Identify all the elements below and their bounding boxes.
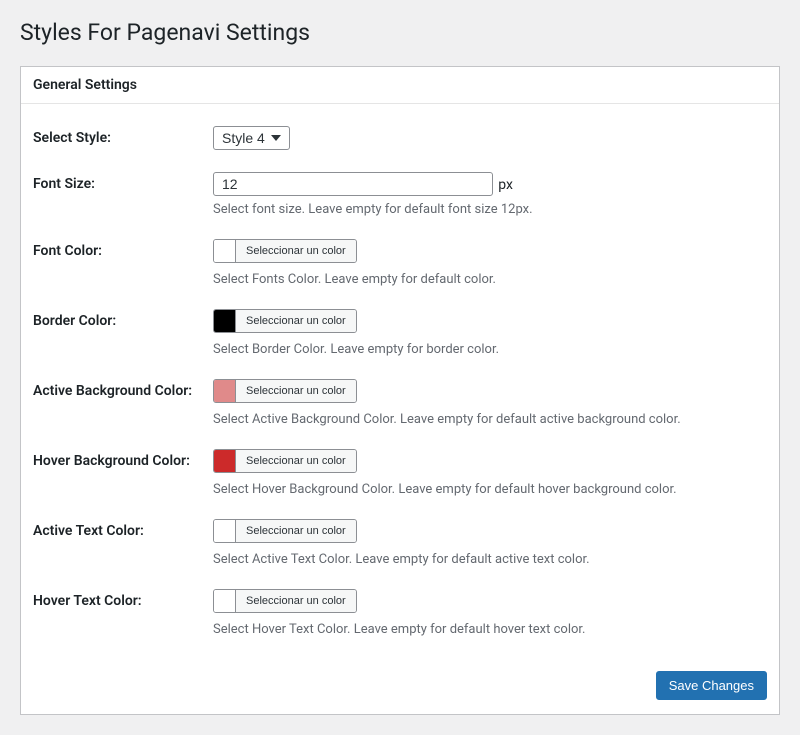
label-font-color: Font Color: — [33, 239, 213, 259]
row-active-bg: Active Background Color: Seleccionar un … — [33, 357, 767, 427]
page-title: Styles For Pagenavi Settings — [20, 10, 780, 50]
active-bg-desc: Select Active Background Color. Leave em… — [213, 412, 767, 427]
label-select-style: Select Style: — [33, 126, 213, 146]
active-text-swatch — [214, 520, 236, 542]
hover-bg-desc: Select Hover Background Color. Leave emp… — [213, 482, 767, 497]
font-color-button[interactable]: Seleccionar un color — [236, 240, 356, 262]
hover-text-desc: Select Hover Text Color. Leave empty for… — [213, 622, 767, 637]
hover-text-picker[interactable]: Seleccionar un color — [213, 589, 357, 613]
row-hover-bg: Hover Background Color: Seleccionar un c… — [33, 427, 767, 497]
active-text-button[interactable]: Seleccionar un color — [236, 520, 356, 542]
row-active-text: Active Text Color: Seleccionar un color … — [33, 497, 767, 567]
row-border-color: Border Color: Seleccionar un color Selec… — [33, 287, 767, 357]
hover-bg-swatch — [214, 450, 236, 472]
label-active-text: Active Text Color: — [33, 519, 213, 539]
row-hover-text: Hover Text Color: Seleccionar un color S… — [33, 567, 767, 637]
active-text-picker[interactable]: Seleccionar un color — [213, 519, 357, 543]
font-color-desc: Select Fonts Color. Leave empty for defa… — [213, 272, 767, 287]
active-bg-button[interactable]: Seleccionar un color — [236, 380, 356, 402]
font-size-input[interactable] — [213, 172, 493, 196]
panel-title: General Settings — [21, 67, 779, 104]
label-font-size: Font Size: — [33, 172, 213, 192]
border-color-button[interactable]: Seleccionar un color — [236, 310, 356, 332]
border-color-picker[interactable]: Seleccionar un color — [213, 309, 357, 333]
row-font-size: Font Size: px Select font size. Leave em… — [33, 150, 767, 217]
label-border-color: Border Color: — [33, 309, 213, 329]
font-color-picker[interactable]: Seleccionar un color — [213, 239, 357, 263]
label-hover-bg: Hover Background Color: — [33, 449, 213, 469]
border-color-desc: Select Border Color. Leave empty for bor… — [213, 342, 767, 357]
font-color-swatch — [214, 240, 236, 262]
border-color-swatch — [214, 310, 236, 332]
active-text-desc: Select Active Text Color. Leave empty fo… — [213, 552, 767, 567]
row-select-style: Select Style: Style 4 — [33, 104, 767, 150]
settings-panel: General Settings Select Style: Style 4 F… — [20, 66, 780, 715]
row-font-color: Font Color: Seleccionar un color Select … — [33, 217, 767, 287]
active-bg-picker[interactable]: Seleccionar un color — [213, 379, 357, 403]
label-active-bg: Active Background Color: — [33, 379, 213, 399]
save-button[interactable]: Save Changes — [656, 671, 767, 700]
label-hover-text: Hover Text Color: — [33, 589, 213, 609]
hover-text-swatch — [214, 590, 236, 612]
active-bg-swatch — [214, 380, 236, 402]
font-size-suffix: px — [498, 177, 513, 193]
font-size-desc: Select font size. Leave empty for defaul… — [213, 202, 767, 217]
select-style[interactable]: Style 4 — [213, 126, 290, 150]
hover-text-button[interactable]: Seleccionar un color — [236, 590, 356, 612]
hover-bg-picker[interactable]: Seleccionar un color — [213, 449, 357, 473]
hover-bg-button[interactable]: Seleccionar un color — [236, 450, 356, 472]
